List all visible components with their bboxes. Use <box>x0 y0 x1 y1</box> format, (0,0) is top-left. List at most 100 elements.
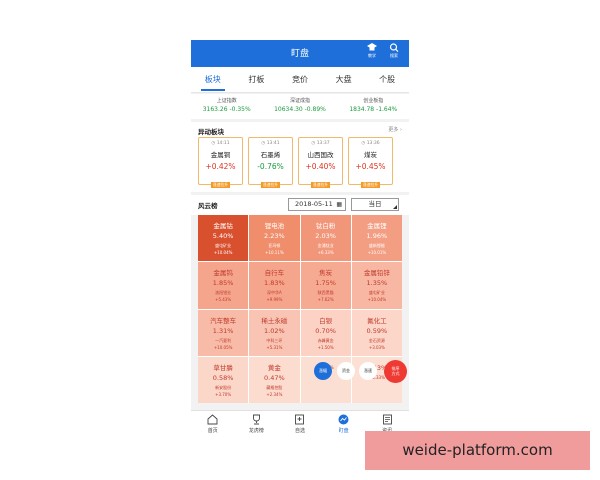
unusual-sector-title: 异动板块 <box>198 128 224 136</box>
sector-cell[interactable]: 氟化工 0.59% 金石资源 +3.03% <box>351 309 402 356</box>
calendar-icon: ▦ <box>336 201 342 208</box>
sector-cell[interactable]: 黄金 0.47% 藏格控股 +2.34% <box>249 356 300 403</box>
sector-cell[interactable]: 锂电池 2.23% 亚玛顿 +10.11% <box>249 215 300 262</box>
sector-pct: 0.59% <box>366 326 388 335</box>
news-icon <box>382 414 392 425</box>
index-shenzhen[interactable]: 深证成指 10634.30 -0.89% <box>274 94 326 119</box>
sector-name: 锂电池 <box>264 222 285 230</box>
card-pct: +0.40% <box>305 162 336 171</box>
sector-name: 草甘膦 <box>213 363 233 372</box>
card-pct: +0.42% <box>205 162 236 171</box>
lead-stock-pct: +2.34% <box>266 391 283 397</box>
more-link[interactable]: 更多 › <box>388 126 402 133</box>
index-chinext[interactable]: 创业板指 1834.78 -1.64% <box>349 94 397 119</box>
sector-name: 焦炭 <box>319 269 333 278</box>
tab-limit-up[interactable]: 打板 <box>244 67 268 93</box>
lead-stock-pct: +10.04% <box>213 250 233 255</box>
chart-icon <box>338 414 349 425</box>
sector-name: 钛白粉 <box>315 222 336 230</box>
search-button[interactable]: 搜索 <box>384 43 404 59</box>
sector-cell[interactable]: 焦炭 1.75% 陕西黑猫 +7.62% <box>300 262 351 309</box>
header-bar: 盯盘 教学 搜索 <box>191 40 409 67</box>
sector-cell[interactable]: 钛白粉 2.03% 金浦钛业 +6.33% <box>300 215 351 262</box>
sector-name: 氟化工 <box>367 316 387 325</box>
tab-auction[interactable]: 竞价 <box>288 67 312 93</box>
lead-stock: 金浦钛业 <box>317 243 334 248</box>
sector-pct: 1.31% <box>212 326 234 335</box>
sector-cell[interactable]: 金属钨 1.85% 洛阳钼业 +5.43% <box>198 262 249 309</box>
card-time-text: 13:37 <box>316 141 330 146</box>
sort-by-speed-button[interactable]: 涨速 <box>359 362 377 380</box>
card-time: ◷ 13:37 <box>311 141 330 146</box>
sector-pct: 0.58% <box>212 373 234 382</box>
period-value: 当日 <box>368 200 382 208</box>
sector-cell[interactable]: 金属钴 5.40% 盛屯矿业 +10.04% <box>198 215 249 262</box>
sort-by-fund-button[interactable]: 资金 <box>337 362 355 380</box>
sector-cell[interactable]: 稀土永磁 1.02% 中科三环 +5.31% <box>249 309 300 356</box>
nav-watchlist[interactable]: 自选 <box>280 411 320 440</box>
nav-monitor[interactable]: 盯盘 <box>324 411 364 440</box>
card-time: ◷ 14:11 <box>211 141 230 146</box>
unusual-card[interactable]: ◷ 13:41 石墨烯 -0.76% 涨速拉升 <box>248 137 293 188</box>
index-value: 3163.26 -0.35% <box>202 106 251 113</box>
sector-cell[interactable]: 汽车整车 1.31% 一汽夏利 +10.05% <box>198 309 249 356</box>
sort-mode-button[interactable]: 排序 方式 <box>384 360 407 383</box>
leaderboard-header: 风云榜 2018-05-11 ▦ 当日 <box>191 195 409 215</box>
sort-by-change-button[interactable]: 涨幅 <box>314 362 332 380</box>
tab-market[interactable]: 大盘 <box>332 67 356 93</box>
tab-stock[interactable]: 个股 <box>375 67 399 93</box>
period-select[interactable]: 当日 <box>351 198 399 211</box>
lead-stock-pct: +7.62% <box>317 297 334 303</box>
unusual-sector-panel: 异动板块 更多 › ◷ 14:11 金属铜 +0.42% 涨速拉升 ◷ 13:4… <box>191 122 409 192</box>
card-tag: 涨速拉升 <box>360 182 381 188</box>
sector-cell[interactable]: 草甘膦 0.58% 新安股份 +3.70% <box>198 356 249 403</box>
lead-stock-pct: +5.43% <box>215 297 232 303</box>
more-label: 更多 <box>388 127 399 133</box>
nav-label: 首页 <box>207 428 218 434</box>
sector-cell[interactable]: 自行车 1.83% 深中华A +9.99% <box>249 262 300 309</box>
nav-label: 盯盘 <box>338 428 349 434</box>
unusual-card[interactable]: ◷ 13:37 山西国改 +0.40% 涨速拉升 <box>298 137 343 188</box>
date-picker[interactable]: 2018-05-11 ▦ <box>288 198 346 211</box>
lead-stock-pct: +1.50% <box>317 344 334 350</box>
teach-button[interactable]: 教学 <box>362 43 382 59</box>
sector-pct: 1.75% <box>315 279 336 288</box>
tab-sector[interactable]: 板块 <box>200 67 225 93</box>
card-name: 山西国改 <box>307 151 334 159</box>
stage: 盯盘 教学 搜索 板块 打板 竞价 大盘 个股 上证指数 3163.26 -0.… <box>0 0 600 480</box>
unusual-cards: ◷ 14:11 金属铜 +0.42% 涨速拉升 ◷ 13:41 石墨烯 -0.7… <box>198 137 393 188</box>
card-pct: -0.76% <box>257 162 284 171</box>
nav-home[interactable]: 首页 <box>193 411 233 440</box>
card-name: 石墨烯 <box>260 151 281 159</box>
lead-stock: 盛屯矿业 <box>215 243 232 248</box>
sector-pct: 2.03% <box>315 232 336 240</box>
sector-cell[interactable]: 金属铅锌 1.35% 盛屯矿业 +10.04% <box>351 262 402 309</box>
card-name: 煤炭 <box>364 151 377 159</box>
lead-stock: 一汽夏利 <box>215 337 232 343</box>
lead-stock: 洛阳钼业 <box>215 290 232 296</box>
graduation-cap-icon <box>367 43 377 51</box>
unusual-card[interactable]: ◷ 13:36 煤炭 +0.45% 涨速拉升 <box>348 137 393 188</box>
sector-pct: 1.35% <box>366 279 388 288</box>
corner-triangle-icon <box>393 205 397 209</box>
sector-cell[interactable]: 白银 0.70% 赤峰黄金 +1.50% <box>300 309 351 356</box>
sector-pct: 1.02% <box>264 326 285 335</box>
sector-pct: 1.83% <box>264 279 285 288</box>
sector-name: 稀土永磁 <box>261 316 288 325</box>
nav-dragon-tiger[interactable]: 龙虎榜 <box>236 411 276 440</box>
bookmark-icon <box>295 414 305 425</box>
sort-mode-line2: 方式 <box>391 371 400 376</box>
index-value: 1834.78 -1.64% <box>349 106 398 113</box>
sector-cell[interactable]: 金属锂 1.96% 盛新锂能 +10.01% <box>351 215 402 262</box>
index-name: 上证指数 <box>216 98 237 104</box>
lead-stock: 盛屯矿业 <box>368 290 385 296</box>
index-shanghai[interactable]: 上证指数 3163.26 -0.35% <box>203 94 251 119</box>
sector-pct: 2.23% <box>264 232 285 240</box>
lead-stock-pct: +10.01% <box>367 250 387 255</box>
lead-stock: 藏格控股 <box>266 384 283 390</box>
unusual-card[interactable]: ◷ 14:11 金属铜 +0.42% 涨速拉升 <box>198 137 243 188</box>
card-time-text: 13:36 <box>366 141 380 146</box>
lead-stock: 金石资源 <box>368 337 385 343</box>
lead-stock-pct: +3.70% <box>215 391 232 397</box>
trophy-icon <box>252 414 260 425</box>
